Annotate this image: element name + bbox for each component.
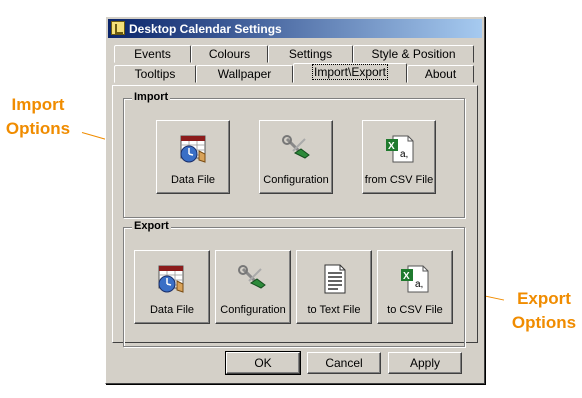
tab-label: Tooltips: [134, 67, 176, 81]
export-text-file-button[interactable]: to Text File: [296, 250, 372, 324]
tab-wallpaper[interactable]: Wallpaper: [196, 65, 293, 83]
import-annotation-line1: Import: [11, 95, 65, 114]
ok-button[interactable]: OK: [225, 351, 301, 375]
import-options-annotation: Import Options: [4, 93, 72, 141]
wrench-screwdriver-icon: [282, 135, 310, 159]
import-configuration-button[interactable]: Configuration: [259, 120, 333, 194]
import-csv-button[interactable]: a, X from CSV File: [362, 120, 436, 194]
tab-events[interactable]: Events: [114, 45, 191, 63]
svg-text:X: X: [403, 271, 410, 282]
button-label: from CSV File: [364, 174, 434, 186]
svg-text:a,: a,: [415, 279, 423, 290]
import-annotation-line2: Options: [5, 119, 71, 138]
tab-style-position[interactable]: Style & Position: [353, 45, 474, 63]
export-options-annotation: Export Options: [506, 287, 582, 335]
excel-csv-icon: a, X: [401, 265, 429, 293]
export-annotation-line1: Export: [517, 289, 571, 308]
export-group-label: Export: [132, 220, 171, 232]
window-title: Desktop Calendar Settings: [129, 22, 282, 36]
button-label: Configuration: [263, 174, 329, 186]
button-label: Configuration: [220, 304, 286, 316]
export-group: Export Data File Configuration to Text F…: [123, 220, 465, 347]
tab-import-export[interactable]: Import\Export: [293, 63, 407, 83]
cancel-button[interactable]: Cancel: [307, 352, 381, 374]
tab-label: About: [424, 67, 457, 81]
tab-label: Style & Position: [371, 47, 456, 61]
button-label: to Text File: [307, 304, 361, 316]
text-document-icon: [324, 264, 346, 294]
svg-text:X: X: [388, 141, 395, 152]
import-export-panel: Import Data File Configuration a, X from…: [112, 85, 478, 347]
export-configuration-button[interactable]: Configuration: [215, 250, 291, 324]
tab-tooltips[interactable]: Tooltips: [114, 65, 196, 83]
tab-colours[interactable]: Colours: [191, 45, 268, 63]
tab-label: Wallpaper: [217, 67, 272, 81]
export-annotation-line2: Options: [511, 313, 577, 332]
import-data-file-button[interactable]: Data File: [156, 120, 230, 194]
calendar-clock-icon: [158, 265, 184, 293]
button-label: Data File: [170, 174, 216, 186]
import-group: Import Data File Configuration a, X from…: [123, 91, 465, 218]
tab-settings[interactable]: Settings: [268, 45, 353, 63]
calendar-clock-icon: [180, 135, 206, 163]
excel-csv-icon: a, X: [386, 135, 414, 163]
svg-text:a,: a,: [400, 149, 408, 160]
apply-button[interactable]: Apply: [388, 352, 462, 374]
import-group-label: Import: [132, 91, 171, 103]
settings-dialog: Desktop Calendar Settings Events Colours…: [105, 16, 485, 384]
export-csv-button[interactable]: a, X to CSV File: [377, 250, 453, 324]
tab-label: Events: [134, 47, 171, 61]
button-label: to CSV File: [387, 304, 443, 316]
app-icon: [111, 21, 125, 35]
button-label: Data File: [149, 304, 195, 316]
tab-label: Colours: [208, 47, 251, 61]
tab-label: Import\Export: [311, 64, 389, 80]
wrench-screwdriver-icon: [238, 265, 266, 289]
tab-about[interactable]: About: [407, 65, 474, 83]
export-data-file-button[interactable]: Data File: [134, 250, 210, 324]
tab-label: Settings: [288, 47, 333, 61]
title-bar[interactable]: Desktop Calendar Settings: [108, 19, 482, 38]
